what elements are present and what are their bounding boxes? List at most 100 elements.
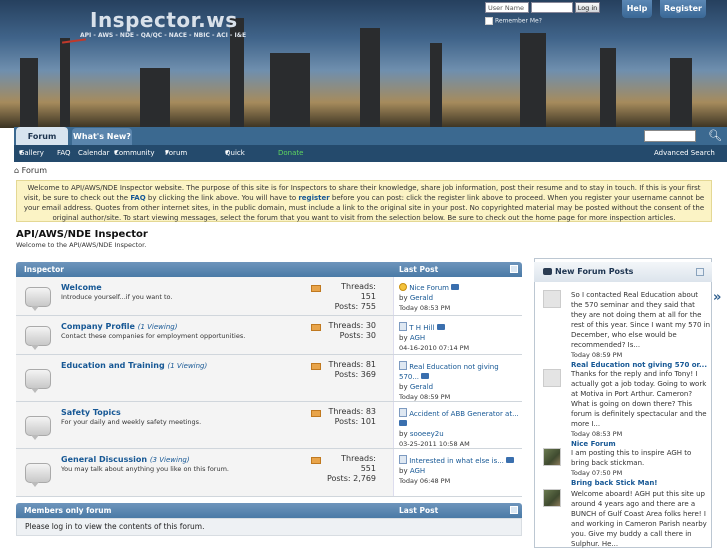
forum-viewing-count: (3 Viewing) — [149, 456, 190, 464]
go-to-post-icon[interactable] — [451, 284, 460, 290]
forum-stats: Threads: 30 Posts: 30 — [324, 321, 376, 341]
chevron-down-icon: ▼ — [114, 150, 118, 156]
subnav-calendar[interactable]: Calendar — [78, 145, 109, 162]
faq-link[interactable]: FAQ — [130, 194, 145, 202]
password-input[interactable] — [531, 2, 573, 13]
thread-count: Threads: 81 — [328, 360, 376, 369]
avatar[interactable] — [543, 369, 561, 387]
go-to-post-icon[interactable] — [421, 373, 430, 379]
forum-viewing-count: (1 Viewing) — [137, 323, 178, 331]
remember-checkbox[interactable] — [485, 17, 493, 25]
remember-me[interactable]: Remember Me? — [485, 17, 542, 25]
forum-status-icon — [25, 463, 51, 487]
forum-row: Company Profile (1 Viewing) Contact these… — [16, 316, 523, 355]
forum-description: Contact these companies for employment o… — [61, 332, 246, 340]
rss-icon[interactable] — [311, 410, 321, 417]
forum-title[interactable]: Company Profile (1 Viewing) — [61, 322, 177, 331]
chevron-right-icon[interactable]: » — [713, 289, 727, 307]
thread-count: Threads: 30 — [328, 321, 376, 330]
forum-description: For your daily and weekly safety meeting… — [61, 418, 202, 426]
forum-viewing-count: (1 Viewing) — [167, 362, 208, 370]
sidebar-title: New Forum Posts — [555, 267, 634, 276]
refinery-tower — [670, 58, 692, 128]
refinery-tower — [520, 33, 546, 128]
forum-row: Safety Topics For your daily and weekly … — [16, 402, 523, 449]
avatar[interactable] — [543, 290, 561, 308]
page-title: API/AWS/NDE Inspector — [16, 229, 148, 240]
refinery-tower — [270, 53, 310, 128]
advanced-search-link[interactable]: Advanced Search — [654, 145, 715, 162]
home-icon[interactable]: ⌂ — [14, 166, 19, 175]
rss-icon[interactable] — [311, 457, 321, 464]
thread-icon — [399, 408, 407, 417]
subnav-donate[interactable]: Donate — [278, 145, 303, 162]
subnav-faq[interactable]: FAQ — [57, 145, 71, 162]
go-to-post-icon[interactable] — [506, 457, 515, 463]
refinery-tower — [430, 43, 442, 128]
forum-title[interactable]: Safety Topics — [61, 408, 121, 417]
breadcrumb-label[interactable]: Forum — [22, 166, 47, 175]
avatar[interactable] — [543, 448, 561, 466]
section-title[interactable]: Inspector — [24, 262, 64, 277]
last-post-time: 03-25-2011 10:58 AM — [399, 440, 470, 448]
members-login-note: Please log in to view the contents of th… — [16, 518, 522, 536]
breadcrumb[interactable]: ⌂ Forum — [14, 166, 47, 175]
tab-forum[interactable]: Forum — [16, 127, 68, 146]
rss-icon[interactable] — [311, 285, 321, 292]
forum-title[interactable]: General Discussion (3 Viewing) — [61, 455, 190, 464]
login-button[interactable]: Log in — [575, 2, 600, 13]
forum-title[interactable]: Welcome — [61, 283, 102, 292]
last-post-title[interactable]: T H Hill — [409, 324, 434, 332]
last-post-title[interactable]: Accident of ABB Generator at... — [409, 410, 519, 418]
last-post-author[interactable]: sooeey2u — [410, 430, 444, 438]
last-post-time: Today 08:59 PM — [399, 393, 451, 401]
post-thread-link[interactable]: Bring back Stick Man! — [571, 478, 711, 488]
last-post: Real Education not giving 570... by Gera… — [399, 361, 519, 402]
forum-status-icon — [25, 369, 51, 393]
forum-title[interactable]: Education and Training (1 Viewing) — [61, 361, 207, 370]
last-post-author[interactable]: Gerald — [410, 294, 433, 302]
section-title[interactable]: Members only forum — [24, 503, 111, 518]
thread-icon — [399, 455, 407, 464]
post-time: Today 08:53 PM — [571, 430, 623, 438]
post-time: Today 07:50 PM — [571, 469, 623, 477]
forum-row: Welcome Introduce yourself...if you want… — [16, 277, 523, 316]
rss-icon[interactable] — [311, 324, 321, 331]
collapse-icon[interactable] — [510, 265, 518, 273]
post-count: Posts: 101 — [334, 417, 376, 426]
last-post: Accident of ABB Generator at... by sooee… — [399, 408, 519, 448]
avatar[interactable] — [543, 489, 561, 507]
register-button[interactable]: Register — [660, 0, 706, 18]
post-time: Today 08:59 PM — [571, 351, 623, 359]
register-link[interactable]: register — [298, 194, 329, 202]
last-post-author[interactable]: AGH — [410, 467, 425, 475]
last-post-time: 04-16-2010 07:14 PM — [399, 344, 470, 352]
refinery-tower — [600, 48, 616, 128]
forum-description: You may talk about anything you like on … — [61, 465, 229, 473]
last-post-title[interactable]: Interested in what else is... — [409, 457, 504, 465]
last-post-author[interactable]: Gerald — [410, 383, 433, 391]
search-icon[interactable]: 🔍︎ — [706, 128, 724, 144]
tab-whats-new[interactable]: What's New? — [72, 128, 132, 145]
last-post-title[interactable]: Nice Forum — [409, 284, 449, 292]
members-section-header: Members only forum Last Post — [16, 503, 522, 518]
last-post: T H Hill by AGH 04-16-2010 07:14 PM — [399, 322, 519, 353]
rss-icon[interactable] — [311, 363, 321, 370]
username-input[interactable]: User Name — [485, 2, 529, 13]
search-input[interactable] — [644, 130, 696, 142]
last-post-header: Last Post — [399, 506, 439, 515]
go-to-post-icon[interactable] — [436, 324, 445, 330]
forum-description: Introduce yourself...if you want to. — [61, 293, 173, 301]
sidebar-header: New Forum Posts — [534, 262, 712, 282]
remember-label: Remember Me? — [495, 17, 542, 25]
site-logo[interactable]: Inspector.ws — [90, 8, 238, 32]
last-post-title[interactable]: Real Education not giving 570... — [399, 363, 499, 381]
forum-stats: Threads: 151 Posts: 755 — [324, 282, 376, 312]
last-post-author[interactable]: AGH — [410, 334, 425, 342]
refinery-tower — [140, 68, 170, 128]
go-to-post-icon[interactable] — [399, 420, 407, 426]
last-post-time: Today 06:48 PM — [399, 477, 451, 485]
collapse-icon[interactable] — [510, 506, 518, 514]
help-button[interactable]: Help — [622, 0, 652, 18]
collapse-icon[interactable] — [696, 268, 704, 276]
